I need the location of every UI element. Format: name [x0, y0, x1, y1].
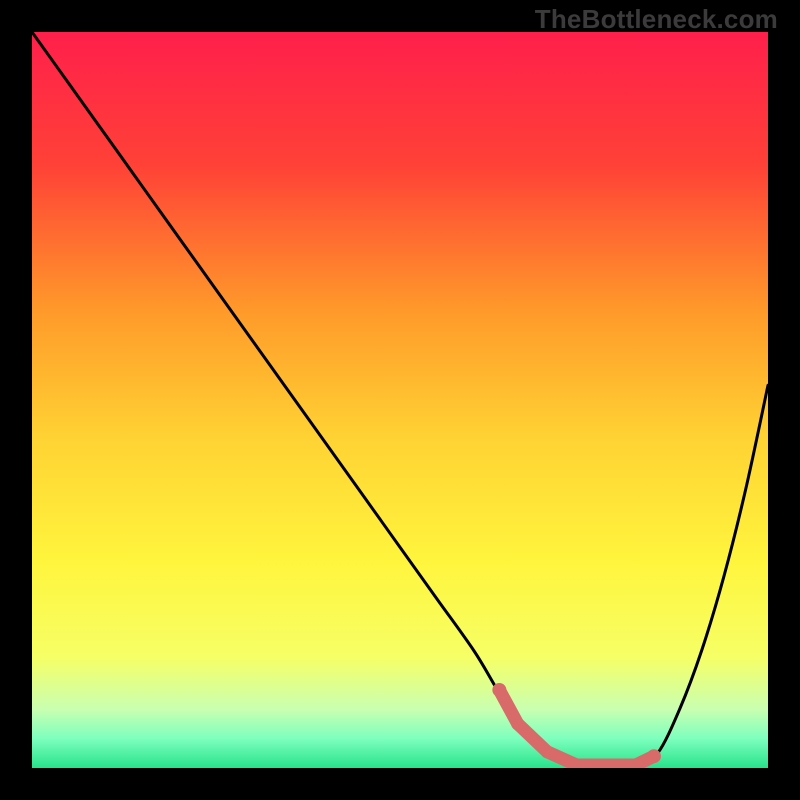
chart-frame: TheBottleneck.com [0, 0, 800, 800]
chart-background [32, 32, 768, 768]
chart-plot [32, 32, 768, 768]
chart-svg [32, 32, 768, 768]
watermark-text: TheBottleneck.com [535, 4, 778, 35]
